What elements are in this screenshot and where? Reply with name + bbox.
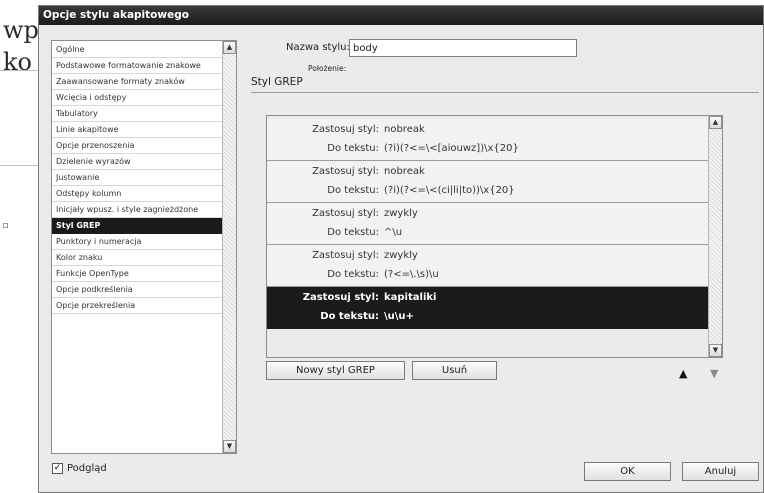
category-item[interactable]: Zaawansowane formaty znaków [52, 74, 223, 90]
to-text-row: Do tekstu: (?i)(?<=\<(ci|li|to))\x{20} [267, 182, 708, 200]
ok-button[interactable]: OK [584, 462, 671, 481]
scroll-up-icon[interactable]: ▲ [709, 116, 722, 129]
style-name-label: Nazwa stylu: [286, 42, 350, 53]
category-item[interactable]: Tabulatory [52, 106, 223, 122]
preview-label[interactable]: Podgląd [67, 463, 107, 474]
category-item[interactable]: Podstawowe formatowanie znakowe [52, 58, 223, 74]
category-item[interactable]: Funkcje OpenType [52, 266, 223, 282]
apply-style-row: Zastosuj styl: zwykly [267, 205, 708, 223]
scroll-up-icon[interactable]: ▲ [223, 41, 236, 54]
category-item[interactable]: Justowanie [52, 170, 223, 186]
new-grep-style-button[interactable]: Nowy styl GREP [266, 361, 405, 380]
paragraph-style-options-dialog: Opcje stylu akapitowego Ogólne Podstawowe… [38, 5, 764, 493]
location-label: Położenie: [308, 64, 347, 73]
to-text-row: Do tekstu: (?i)(?<=\<[aiouwz])\x{20} [267, 140, 708, 158]
apply-style-value[interactable]: kapitaliki [384, 289, 436, 307]
to-text-value[interactable]: \u\u+ [384, 308, 414, 326]
apply-style-label: Zastosuj styl: [312, 250, 379, 261]
category-item[interactable]: Dzielenie wyrazów [52, 154, 223, 170]
to-text-label: Do tekstu: [320, 311, 379, 322]
to-text-label: Do tekstu: [327, 185, 379, 196]
to-text-label: Do tekstu: [327, 227, 379, 238]
apply-style-value[interactable]: nobreak [384, 121, 425, 139]
to-text-value[interactable]: (?i)(?<=\<[aiouwz])\x{20} [384, 140, 519, 158]
category-scrollbar[interactable]: ▲ ▼ [222, 41, 236, 453]
background-text-line-1: wp [3, 16, 39, 44]
category-list[interactable]: Ogólne Podstawowe formatowanie znakowe Zaa… [51, 40, 237, 454]
background-rule [0, 165, 40, 166]
text-frame-handle[interactable] [3, 223, 8, 228]
cancel-button[interactable]: Anuluj [682, 462, 759, 481]
to-text-row: Do tekstu: ^\u [267, 224, 708, 242]
apply-style-value[interactable]: zwykly [384, 205, 418, 223]
scroll-down-icon[interactable]: ▼ [223, 440, 236, 453]
apply-style-label: Zastosuj styl: [312, 124, 379, 135]
apply-style-value[interactable]: nobreak [384, 163, 425, 181]
category-item[interactable]: Odstępy kolumn [52, 186, 223, 202]
delete-button[interactable]: Usuń [412, 361, 497, 380]
apply-style-label: Zastosuj styl: [312, 208, 379, 219]
to-text-value[interactable]: ^\u [384, 224, 402, 242]
category-item[interactable]: Opcje podkreślenia [52, 282, 223, 298]
rules-scrollbar[interactable]: ▲ ▼ [708, 116, 722, 357]
category-item[interactable]: Punktory i numeracja [52, 234, 223, 250]
grep-rules-list[interactable]: Zastosuj styl: nobreak Do tekstu: (?i)(?<=\… [266, 115, 723, 358]
grep-rule-item[interactable]: Zastosuj styl: zwykly Do tekstu: ^\u [267, 203, 708, 245]
to-text-row: Do tekstu: \u\u+ [267, 308, 708, 326]
to-text-value[interactable]: (?<=\.\s)\u [384, 266, 439, 284]
grep-rule-item[interactable]: Zastosuj styl: nobreak Do tekstu: (?i)(?<=\… [267, 161, 708, 203]
grep-rule-item[interactable]: Zastosuj styl: nobreak Do tekstu: (?i)(?<=\… [267, 119, 708, 161]
to-text-label: Do tekstu: [327, 269, 379, 280]
background-rule [0, 70, 40, 71]
preview-checkbox[interactable]: ✓ [52, 463, 63, 474]
category-item[interactable]: Wcięcia i odstępy [52, 90, 223, 106]
move-up-icon[interactable]: ▲ [679, 368, 687, 379]
apply-style-row: Zastosuj styl: zwykly [267, 247, 708, 265]
category-item[interactable]: Opcje przenoszenia [52, 138, 223, 154]
category-item[interactable]: Styl GREP [52, 218, 223, 234]
apply-style-label: Zastosuj styl: [312, 166, 379, 177]
section-title: Styl GREP [251, 76, 303, 88]
move-down-icon[interactable]: ▼ [710, 368, 718, 379]
style-name-input[interactable] [349, 39, 577, 57]
apply-style-row: Zastosuj styl: nobreak [267, 121, 708, 139]
dialog-title: Opcje stylu akapitowego [39, 6, 763, 25]
category-item[interactable]: Inicjały wpusz. i style zagnieżdżone [52, 202, 223, 218]
apply-style-row: Zastosuj styl: nobreak [267, 163, 708, 181]
grep-rule-item[interactable]: Zastosuj styl: zwykly Do tekstu: (?<=\.\s)\… [267, 245, 708, 287]
to-text-row: Do tekstu: (?<=\.\s)\u [267, 266, 708, 284]
category-item[interactable]: Kolor znaku [52, 250, 223, 266]
category-item[interactable]: Opcje przekreślenia [52, 298, 223, 314]
apply-style-label: Zastosuj styl: [302, 292, 379, 303]
grep-rule-item[interactable]: Zastosuj styl: kapitaliki Do tekstu: \u\u+ [267, 287, 708, 329]
apply-style-value[interactable]: zwykly [384, 247, 418, 265]
category-item[interactable]: Ogólne [52, 42, 223, 58]
to-text-value[interactable]: (?i)(?<=\<(ci|li|to))\x{20} [384, 182, 515, 200]
scroll-down-icon[interactable]: ▼ [709, 344, 722, 357]
apply-style-row: Zastosuj styl: kapitaliki [267, 289, 708, 307]
to-text-label: Do tekstu: [327, 143, 379, 154]
category-item[interactable]: Linie akapitowe [52, 122, 223, 138]
section-divider [251, 92, 759, 93]
